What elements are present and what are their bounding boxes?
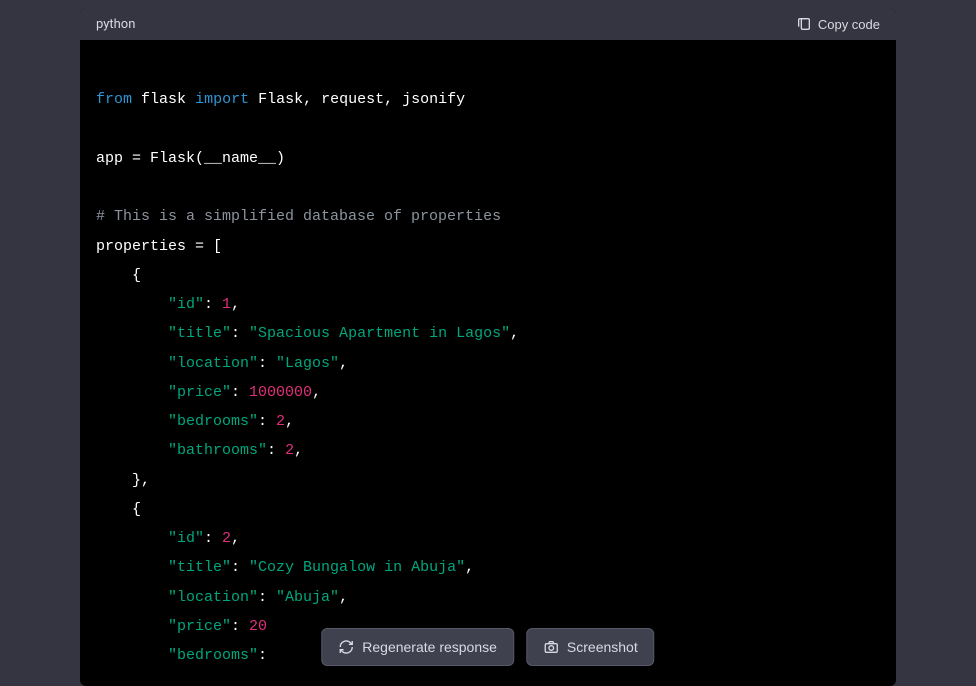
clipboard-icon (796, 16, 812, 32)
code-header: python Copy code (80, 8, 896, 40)
key-title: "title" (168, 325, 231, 342)
val-title: "Spacious Apartment in Lagos" (249, 325, 510, 342)
camera-icon (543, 639, 559, 655)
keyword-import: import (195, 91, 249, 108)
val-bathrooms: 2 (285, 442, 294, 459)
key-price: "price" (168, 618, 231, 635)
comment-line: # This is a simplified database of prope… (96, 208, 501, 225)
copy-code-label: Copy code (818, 17, 880, 32)
regenerate-button[interactable]: Regenerate response (321, 628, 514, 666)
key-id: "id" (168, 530, 204, 547)
val-price: 20 (249, 618, 267, 635)
import-names: Flask, request, jsonify (258, 91, 465, 108)
brace-open: { (132, 267, 141, 284)
key-id: "id" (168, 296, 204, 313)
code-content[interactable]: from flask import Flask, request, jsonif… (80, 40, 896, 686)
regenerate-label: Regenerate response (362, 639, 497, 655)
key-price: "price" (168, 384, 231, 401)
val-price: 1000000 (249, 384, 312, 401)
val-id: 1 (222, 296, 231, 313)
screenshot-button[interactable]: Screenshot (526, 628, 655, 666)
app-assignment: app = Flask(__name__) (96, 150, 285, 167)
val-location: "Abuja" (276, 589, 339, 606)
brace-close: }, (132, 472, 150, 489)
screenshot-label: Screenshot (567, 639, 638, 655)
brace-open: { (132, 501, 141, 518)
val-bedrooms: 2 (276, 413, 285, 430)
language-label: python (96, 17, 135, 32)
key-bathrooms: "bathrooms" (168, 442, 267, 459)
keyword-from: from (96, 91, 132, 108)
floating-action-bar: Regenerate response Screenshot (321, 628, 654, 666)
copy-code-button[interactable]: Copy code (796, 16, 880, 32)
key-bedrooms: "bedrooms" (168, 413, 258, 430)
val-location: "Lagos" (276, 355, 339, 372)
val-id: 2 (222, 530, 231, 547)
key-title: "title" (168, 559, 231, 576)
code-block: python Copy code from flask import Flask… (80, 8, 896, 686)
val-title: "Cozy Bungalow in Abuja" (249, 559, 465, 576)
properties-decl: properties = [ (96, 238, 222, 255)
key-location: "location" (168, 589, 258, 606)
key-location: "location" (168, 355, 258, 372)
refresh-icon (338, 639, 354, 655)
module-name: flask (141, 91, 186, 108)
colon: : (258, 647, 267, 664)
key-bedrooms: "bedrooms" (168, 647, 258, 664)
